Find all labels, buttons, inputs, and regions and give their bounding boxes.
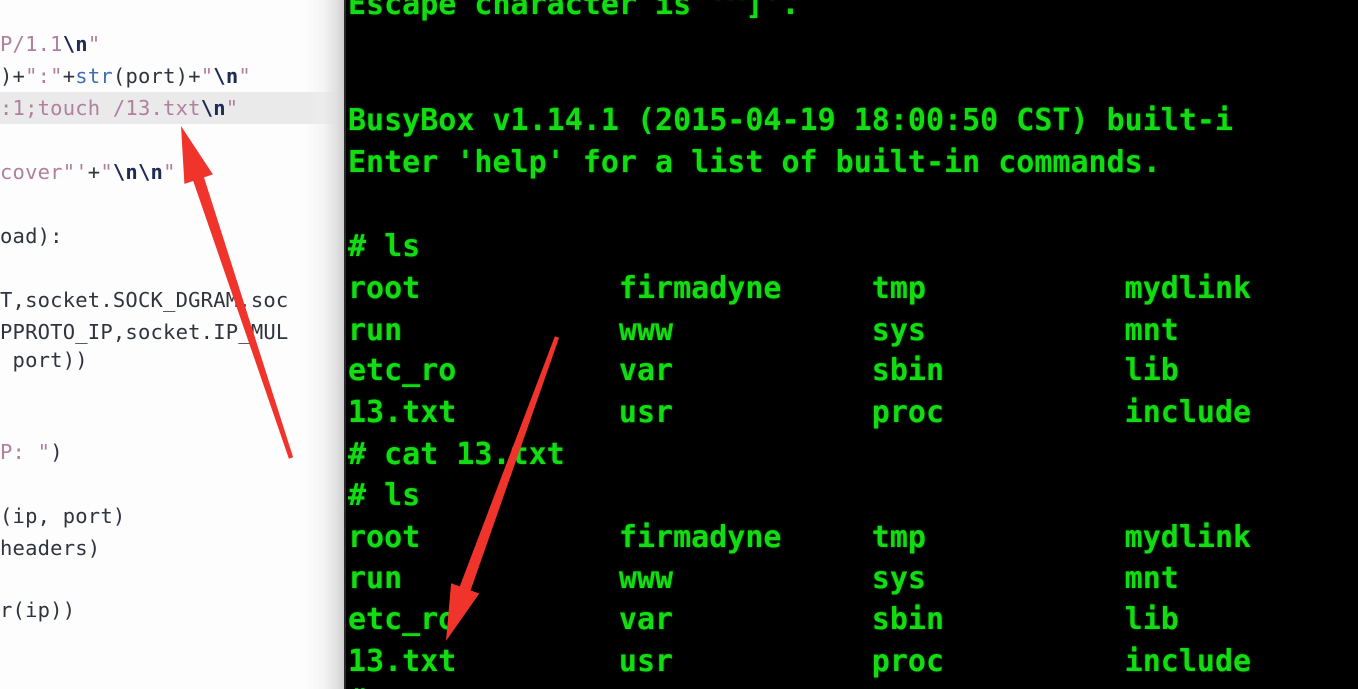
code-token: :1;touch /13.txt [0, 96, 201, 120]
terminal-line: root firmadyne tmp mydlink h [348, 271, 1358, 306]
code-line[interactable]: T,socket.SOCK_DGRAM,soc [0, 284, 345, 316]
code-token: PPROTO_IP,socket.IP_MUL [0, 320, 289, 344]
code-line[interactable]: (ip, port) [0, 500, 345, 532]
code-token: \n\n [112, 160, 164, 184]
code-token: port [125, 64, 176, 88]
code-token: T,socket.SOCK_DGRAM,soc [0, 288, 289, 312]
code-line[interactable] [0, 468, 345, 500]
terminal-line: # ls [348, 478, 421, 513]
terminal-line: run www sys mnt h [348, 313, 1358, 348]
terminal-line: BusyBox v1.14.1 (2015-04-19 18:00:50 CST… [348, 103, 1234, 138]
terminal-line: 13.txt usr proc include d [348, 395, 1358, 430]
code-token: " [87, 32, 101, 56]
terminal-line: # ls [348, 229, 421, 264]
code-line[interactable] [0, 188, 345, 220]
code-line[interactable]: P: ") [0, 436, 345, 468]
code-line[interactable] [0, 124, 345, 156]
terminal-line: # cat 13.txt [348, 437, 565, 472]
code-line-highlighted[interactable]: :1;touch /13.txt\n" [0, 92, 345, 124]
code-line[interactable] [0, 376, 345, 408]
code-token: + [188, 64, 201, 88]
terminal-line: # [348, 680, 1358, 689]
code-editor-lines[interactable]: P/1.1\n")+":"+str(port)+"\n":1;touch /13… [0, 0, 345, 689]
code-token: r(ip)) [0, 598, 76, 622]
code-token: ) [0, 64, 13, 88]
code-token: + [62, 64, 76, 88]
code-token: \n [213, 64, 239, 88]
screenshot-root: P/1.1\n")+":"+str(port)+"\n":1;touch /13… [0, 0, 1358, 689]
code-token: \n [200, 96, 226, 120]
code-editor-pane[interactable]: P/1.1\n")+":"+str(port)+"\n":1;touch /13… [0, 0, 345, 689]
terminal-line: etc_ro var sbin lib e [348, 602, 1358, 637]
code-token: " [37, 440, 51, 464]
code-line[interactable]: oad): [0, 220, 345, 252]
code-token: + [12, 64, 26, 88]
terminal-line: root firmadyne tmp mydlink h [348, 520, 1358, 555]
code-line[interactable]: )+":"+str(port)+"\n" [0, 60, 345, 92]
code-token: ":" [25, 64, 63, 88]
terminal-line: 13.txt usr proc include d [348, 644, 1358, 679]
code-line[interactable]: cover"'+"\n\n" [0, 156, 345, 188]
terminal-line: Enter 'help' for a list of built-in comm… [348, 145, 1161, 180]
terminal-line: Escape character is '^]'. [348, 0, 800, 22]
terminal-output: Escape character is '^]'. BusyBox v1.14.1… [346, 0, 1358, 689]
code-token: " [163, 160, 176, 184]
code-line[interactable] [0, 252, 345, 284]
code-token: ) [50, 440, 63, 464]
code-token: oad): [0, 224, 63, 248]
terminal-line: etc_ro var sbin lib e [348, 353, 1358, 388]
code-token: \n [62, 32, 88, 56]
code-token: " [225, 96, 239, 120]
code-token: " [100, 160, 113, 184]
code-line[interactable]: headers) [0, 532, 345, 564]
code-line[interactable] [0, 564, 345, 596]
code-line[interactable]: r(ip)) [0, 594, 345, 626]
code-token: " [200, 64, 214, 88]
code-token: port)) [0, 348, 88, 372]
code-line[interactable]: P/1.1\n" [0, 28, 345, 60]
terminal-line: run www sys mnt h [348, 561, 1358, 596]
code-token: str [75, 64, 113, 88]
code-token: P: [0, 440, 38, 464]
code-token: ( [112, 64, 126, 88]
code-token: ) [175, 64, 189, 88]
code-token: cover"' [0, 160, 88, 184]
code-token: P/1.1 [0, 32, 63, 56]
code-line[interactable]: port)) [0, 344, 345, 376]
code-token: headers) [0, 536, 101, 560]
terminal-pane[interactable]: Escape character is '^]'. BusyBox v1.14.1… [346, 0, 1358, 689]
code-token: (ip, port) [0, 504, 126, 528]
code-token: " [238, 64, 251, 88]
code-token: + [87, 160, 101, 184]
